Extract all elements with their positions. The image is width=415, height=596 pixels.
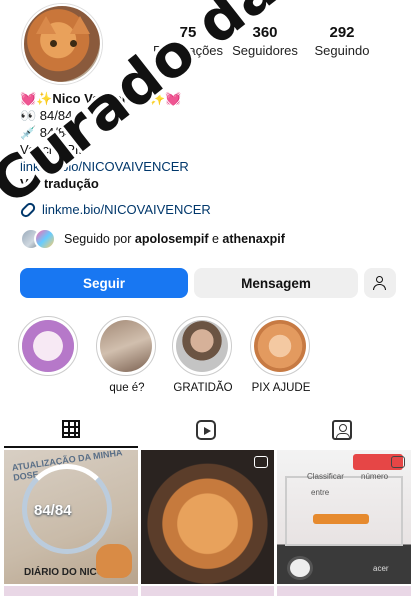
post-button-image [313, 514, 369, 524]
post-thumbnail[interactable]: Classificar número entre acer [277, 450, 411, 584]
avatar-cat-ear [70, 16, 90, 34]
highlight[interactable]: GRATIDÃO [172, 316, 234, 394]
followed-by-separator: e [208, 232, 223, 246]
highlight[interactable]: PIX AJUDE [250, 316, 312, 394]
stat-following-label: Seguindo [314, 43, 370, 58]
suggest-users-button[interactable] [364, 268, 396, 298]
followed-by-prefix: Seguido por [64, 232, 135, 246]
reels-icon [196, 420, 216, 440]
reel-icon [391, 456, 405, 468]
post-text: Classificar [307, 472, 344, 481]
stat-following[interactable]: 292 Seguindo [304, 24, 380, 58]
highlight-cover [22, 320, 74, 372]
grid-row-partial [4, 586, 412, 596]
post-cat-image [96, 544, 132, 578]
post-thumbnail[interactable]: ATUALIZAÇÃO DA MINHA DOSE 84/84 DIÁRIO D… [4, 450, 138, 584]
highlight-cover [176, 320, 228, 372]
avatar-cat-eye [50, 40, 57, 47]
highlight-cover [254, 320, 306, 372]
post-thumbnail[interactable] [141, 450, 274, 584]
highlight-label: GRATIDÃO [173, 382, 233, 394]
post-caption: DIÁRIO DO NICO [24, 567, 105, 578]
post-dose-count: 84/84 [34, 502, 72, 519]
follow-button[interactable]: Seguir [20, 268, 188, 298]
post-screen-image [285, 476, 403, 546]
highlight-label: que é? [109, 382, 145, 394]
highlight-label: PIX AJUDE [251, 382, 311, 394]
profile-avatar[interactable] [22, 4, 102, 84]
stat-following-count: 292 [329, 24, 355, 41]
highlight[interactable] [18, 316, 80, 382]
post-text: número [361, 472, 389, 481]
profile-tabs [0, 412, 415, 448]
follower-username[interactable]: athenaxpif [222, 232, 285, 246]
highlight-cover [100, 320, 152, 372]
grid-icon [62, 420, 80, 438]
external-link-text: linkme.bio/NICOVAIVENCER [42, 202, 211, 217]
followed-by-text: Seguido por apolosempif e athenaxpif [64, 232, 285, 246]
active-tab-indicator [4, 446, 138, 448]
follower-avatar [34, 228, 56, 250]
highlight[interactable]: que é? [96, 316, 158, 394]
reel-icon [254, 456, 268, 468]
followed-by[interactable]: Seguido por apolosempif e athenaxpif [20, 228, 285, 250]
post-text: entre [311, 488, 330, 497]
follower-username[interactable]: apolosempif [135, 232, 209, 246]
message-button[interactable]: Mensagem [194, 268, 358, 298]
avatar-cat-eye [70, 40, 77, 47]
tagged-icon [332, 420, 352, 440]
avatar-cat-ear [36, 16, 56, 34]
tab-posts[interactable] [62, 420, 84, 440]
post-cat-image [287, 556, 313, 580]
post-text: acer [373, 564, 389, 573]
tab-reels[interactable] [196, 420, 218, 440]
add-user-icon [372, 276, 388, 290]
tab-tagged[interactable] [332, 420, 354, 440]
external-link[interactable]: linkme.bio/NICOVAIVENCER [18, 200, 211, 219]
